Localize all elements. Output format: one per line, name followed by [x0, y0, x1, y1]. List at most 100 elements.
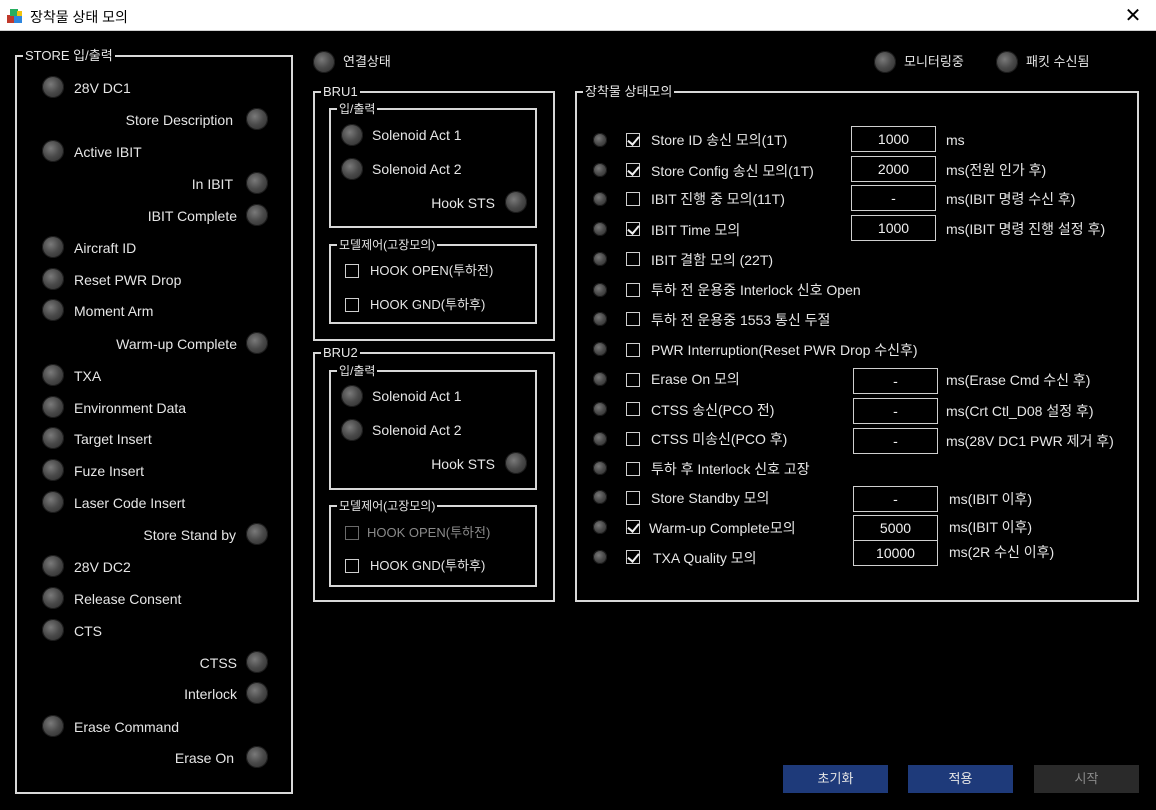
store-txa-led: [42, 364, 64, 386]
store-cts-led: [42, 619, 64, 641]
store-erase-on-led: [246, 746, 268, 768]
sim-row-unit: ms(Erase Cmd 수신 후): [946, 372, 1091, 388]
start-button[interactable]: 시작: [1034, 765, 1139, 793]
sim-row-value[interactable]: 5000: [853, 515, 938, 541]
store-laser-code-insert-led: [42, 491, 64, 513]
store-txa-label: TXA: [74, 368, 102, 384]
store-target-insert-led: [42, 427, 64, 449]
sim-row-value[interactable]: -: [853, 428, 938, 454]
sim-row-checkbox[interactable]: [626, 402, 640, 416]
bru2-hook-open-checkbox[interactable]: [345, 526, 359, 540]
sim-row-checkbox[interactable]: [626, 520, 640, 534]
store-interlock-led: [246, 682, 268, 704]
sim-row-label: Store ID 송신 모의(1T): [651, 132, 788, 148]
sim-row-unit: ms: [946, 132, 965, 148]
reset-button[interactable]: 초기화: [783, 765, 888, 793]
sim-row-label: 투하 전 운용중 Interlock 신호 Open: [651, 282, 861, 298]
store-io-legend: STORE 입/출력: [23, 47, 115, 65]
bru2-hook-open-label: HOOK OPEN(투하전): [367, 525, 491, 540]
bru1-hook-gnd-checkbox[interactable]: [345, 298, 359, 312]
store-moment-arm-label: Moment Arm: [74, 303, 154, 319]
sim-row-value[interactable]: -: [853, 368, 938, 394]
monitoring-label: 모니터링중: [904, 54, 964, 69]
sim-row-unit: ms(IBIT 이후): [949, 491, 1033, 507]
sim-row-label: CTSS 미송신(PCO 후): [651, 431, 788, 447]
sim-row-value[interactable]: -: [851, 185, 936, 211]
store-stand-by-led: [246, 523, 268, 545]
store-aircraft-id-led: [42, 236, 64, 258]
sim-row-unit: ms(28V DC1 PWR 제거 후): [946, 433, 1114, 449]
store-fuze-insert-label: Fuze Insert: [74, 463, 145, 479]
connection-status-led: [313, 51, 335, 73]
sim-row-label: IBIT Time 모의: [651, 222, 741, 238]
sim-row-checkbox[interactable]: [626, 283, 640, 297]
sim-row-checkbox[interactable]: [626, 222, 640, 236]
sim-row-led: [593, 222, 607, 236]
bru2-hook-sts-led: [505, 452, 527, 474]
sim-row-checkbox[interactable]: [626, 432, 640, 446]
sim-row-checkbox[interactable]: [626, 133, 640, 147]
store-erase-command-led: [42, 715, 64, 737]
app-icon: [7, 9, 22, 23]
sim-row-checkbox[interactable]: [626, 163, 640, 177]
apply-button[interactable]: 적용: [908, 765, 1013, 793]
store-cts-label: CTS: [74, 623, 102, 639]
sim-row-value[interactable]: 10000: [853, 540, 938, 566]
sim-row-label: 투하 후 Interlock 신호 고장: [651, 461, 810, 477]
sim-row-unit: ms(Crt Ctl_D08 설정 후): [946, 403, 1094, 419]
store-in-ibit-label: In IBIT: [191, 176, 233, 192]
sim-row-value[interactable]: -: [853, 486, 938, 512]
store-28v-dc2-led: [42, 555, 64, 577]
bru2-solenoid2-label: Solenoid Act 2: [372, 422, 462, 438]
window-title: 장착물 상태 모의: [30, 9, 128, 25]
sim-row-value[interactable]: 1000: [851, 126, 936, 152]
sim-row-led: [593, 490, 607, 504]
store-interlock-label: Interlock: [184, 686, 237, 702]
store-description-led: [246, 108, 268, 130]
sim-row-led: [593, 461, 607, 475]
bru2-hook-gnd-checkbox[interactable]: [345, 559, 359, 573]
sim-row-unit: ms(전원 인가 후): [946, 162, 1047, 178]
store-warmup-complete-label: Warm-up Complete: [116, 336, 237, 352]
sim-row-value[interactable]: 1000: [851, 215, 936, 241]
store-target-insert-label: Target Insert: [74, 431, 152, 447]
store-release-consent-led: [42, 587, 64, 609]
sim-row-checkbox[interactable]: [626, 491, 640, 505]
store-laser-code-insert-label: Laser Code Insert: [74, 495, 186, 511]
sim-row-checkbox[interactable]: [626, 252, 640, 266]
sim-row-unit: ms(IBIT 이후): [949, 519, 1033, 535]
sim-row-checkbox[interactable]: [626, 373, 640, 387]
store-warmup-complete-led: [246, 332, 268, 354]
bru1-solenoid2-label: Solenoid Act 2: [372, 161, 462, 177]
sim-row-led: [593, 192, 607, 206]
bru2-io-legend: 입/출력: [337, 362, 378, 380]
store-sim-legend: 장착물 상태모의: [583, 83, 675, 101]
bru1-solenoid1-label: Solenoid Act 1: [372, 127, 462, 143]
bru2-hook-sts-label: Hook STS: [431, 456, 495, 472]
sim-row-value[interactable]: -: [853, 398, 938, 424]
sim-row-label: Store Standby 모의: [651, 490, 770, 506]
store-28v-dc2-label: 28V DC2: [74, 559, 131, 575]
store-ibit-complete-label: IBIT Complete: [147, 208, 237, 224]
sim-row-value[interactable]: 2000: [851, 156, 936, 182]
store-release-consent-label: Release Consent: [74, 591, 182, 607]
sim-row-led: [593, 520, 607, 534]
sim-row-led: [593, 283, 607, 297]
sim-row-checkbox[interactable]: [626, 462, 640, 476]
sim-row-checkbox[interactable]: [626, 312, 640, 326]
sim-row-checkbox[interactable]: [626, 192, 640, 206]
store-28v-dc1-led: [42, 76, 64, 98]
store-reset-pwr-drop-led: [42, 268, 64, 290]
sim-row-checkbox[interactable]: [626, 550, 640, 564]
bru1-hook-open-label: HOOK OPEN(투하전): [370, 263, 494, 278]
close-icon[interactable]: ✕: [1110, 0, 1156, 31]
sim-row-label: 투하 전 운용중 1553 통신 두절: [651, 312, 831, 328]
connection-status-label: 연결상태: [343, 54, 391, 69]
bru1-hook-open-checkbox[interactable]: [345, 264, 359, 278]
sim-row-label: Erase On 모의: [651, 371, 740, 387]
bru1-hook-gnd-label: HOOK GND(투하후): [370, 297, 486, 312]
sim-row-unit: ms(IBIT 명령 진행 설정 후): [946, 221, 1106, 237]
sim-row-checkbox[interactable]: [626, 343, 640, 357]
bru1-hook-sts-label: Hook STS: [431, 195, 495, 211]
bru2-model-legend: 모델제어(고장모의): [337, 497, 438, 515]
